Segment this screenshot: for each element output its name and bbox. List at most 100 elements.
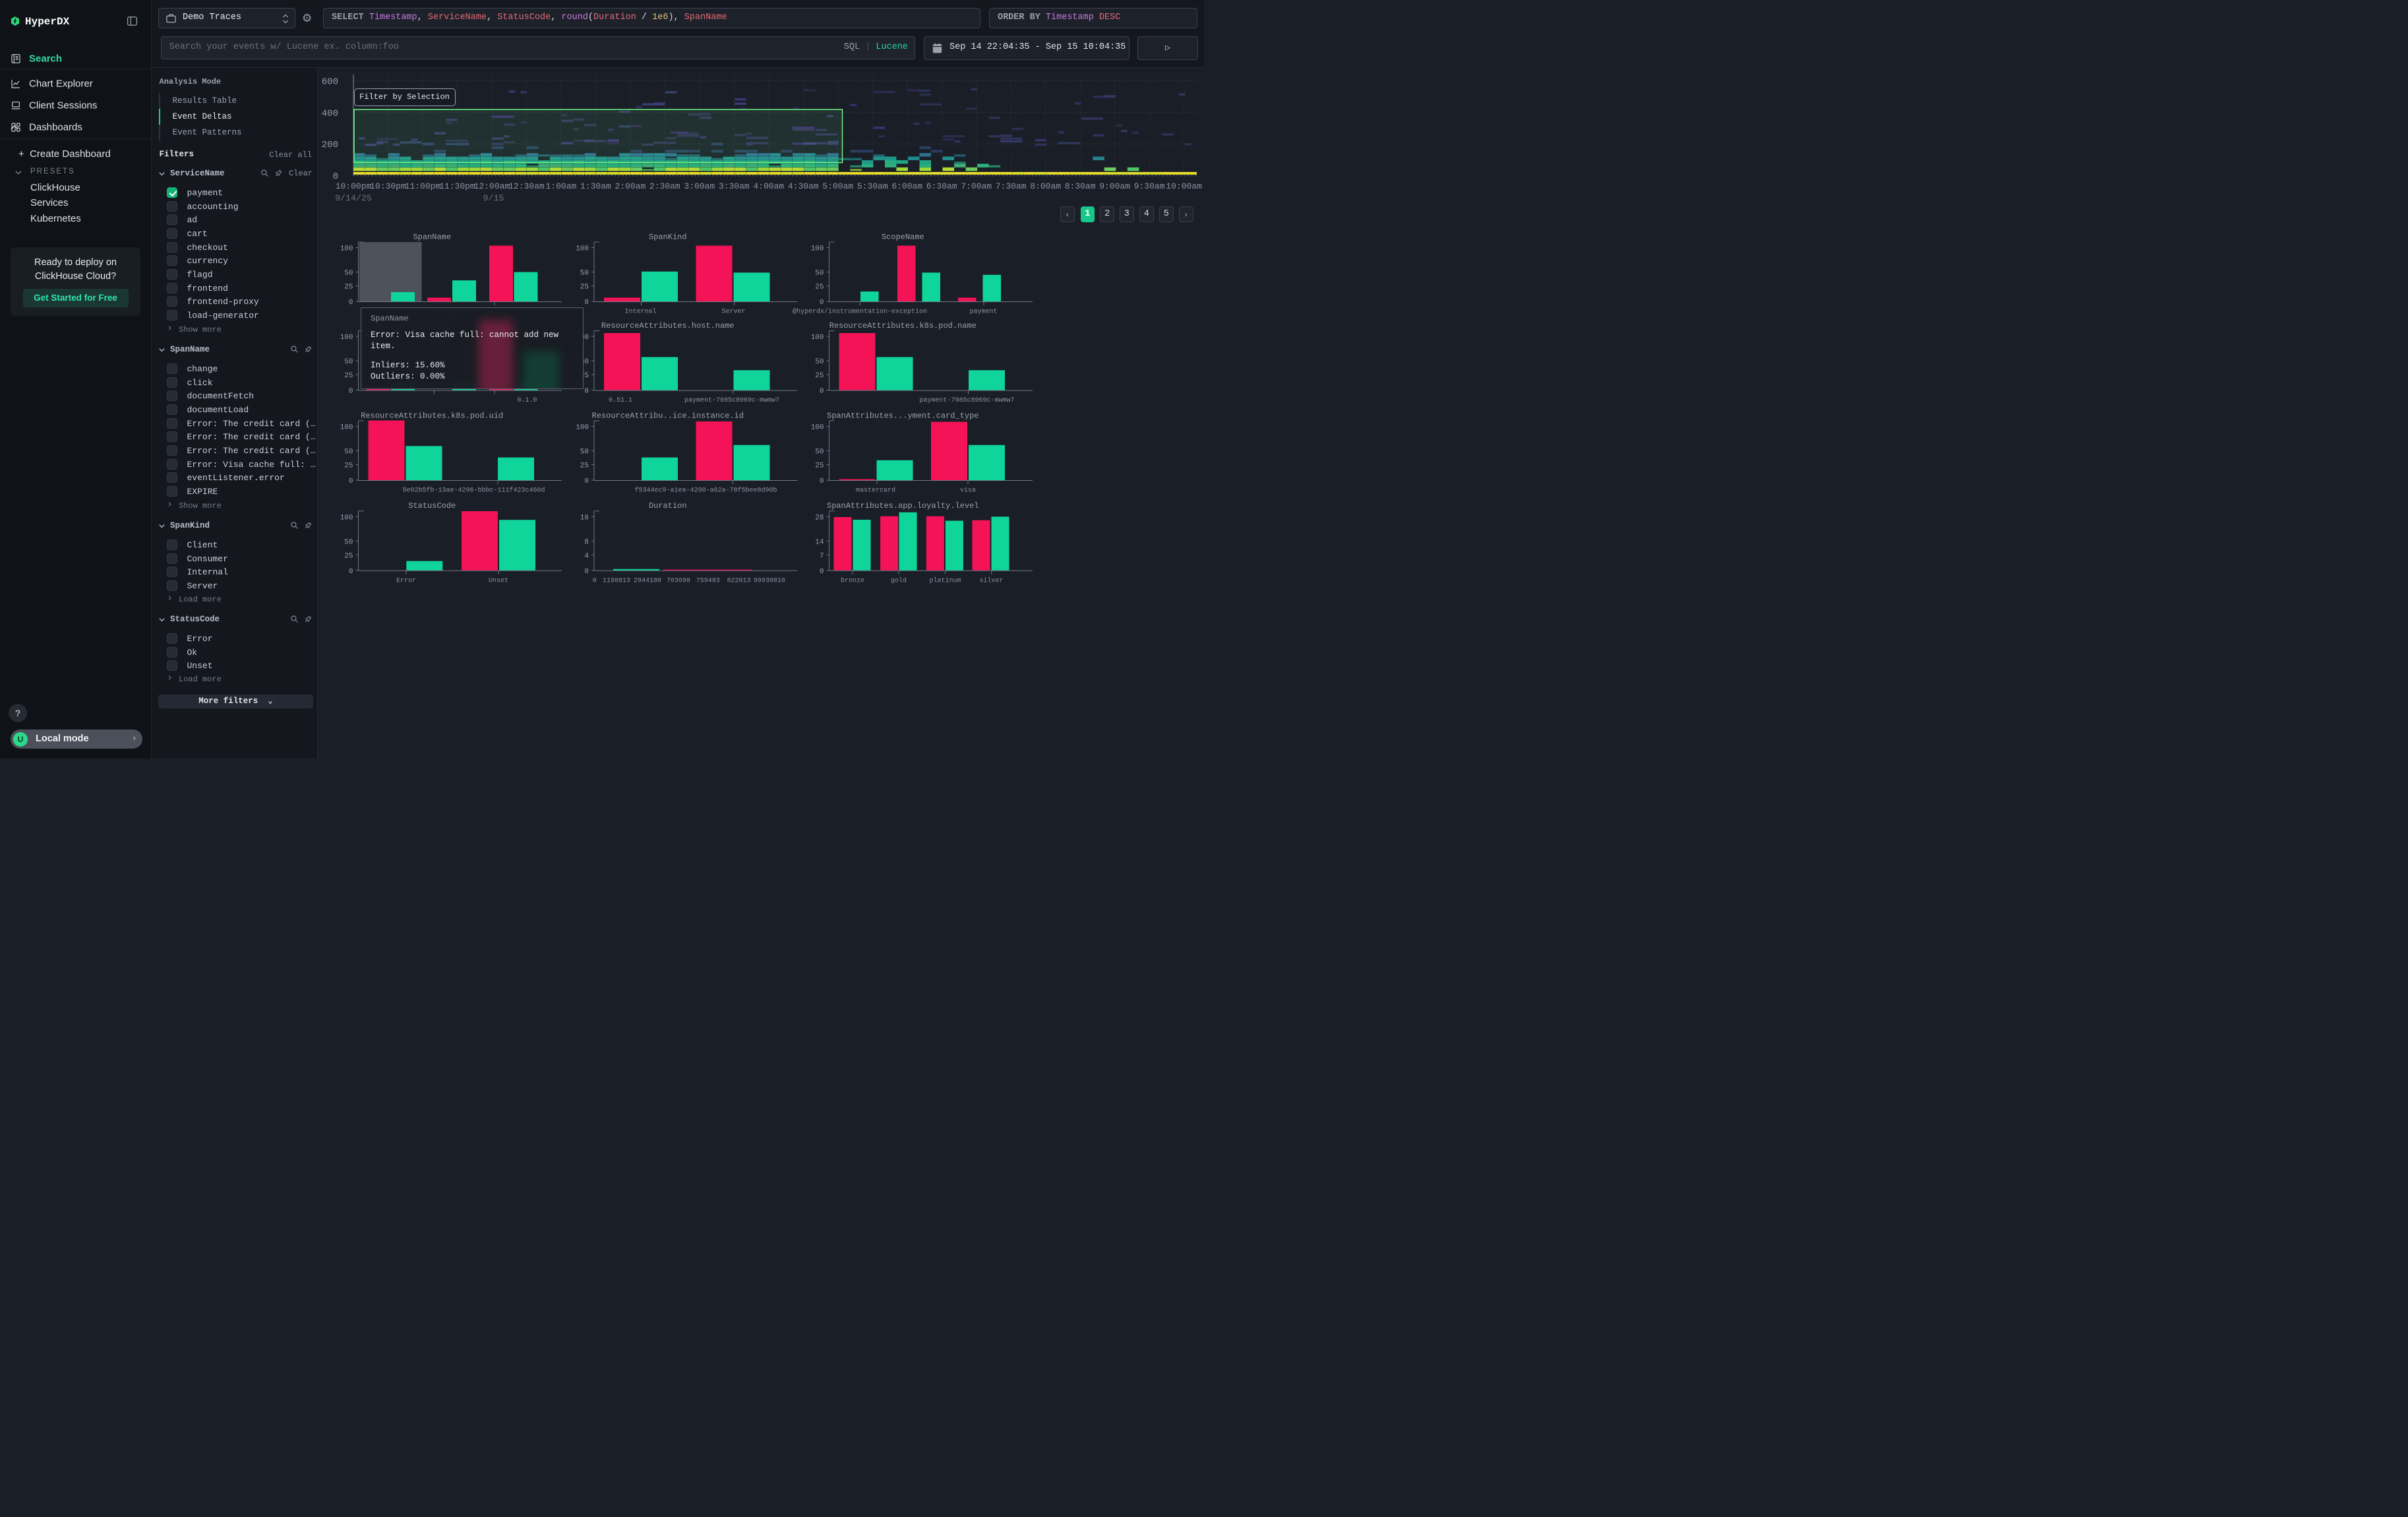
svg-text:8:00am: 8:00am	[1030, 181, 1061, 191]
svg-text:10:30pm: 10:30pm	[370, 181, 406, 191]
svg-text:SpanAttributes.app.loyalty.lev: SpanAttributes.app.loyalty.level	[827, 501, 978, 511]
svg-text:0: 0	[584, 478, 589, 485]
svg-text:visa: visa	[960, 487, 976, 495]
svg-text:Duration: Duration	[649, 501, 687, 511]
svg-text:25: 25	[815, 284, 824, 292]
svg-text:100: 100	[340, 334, 353, 342]
svg-text:200: 200	[322, 140, 338, 150]
svg-text:0: 0	[349, 388, 353, 396]
svg-text:0: 0	[333, 171, 338, 182]
svg-text:100: 100	[340, 424, 353, 432]
svg-text:0: 0	[584, 299, 589, 307]
svg-text:50: 50	[344, 358, 353, 366]
svg-text:3:30am: 3:30am	[719, 181, 750, 191]
svg-text:bronze: bronze	[841, 576, 864, 584]
svg-text:759483: 759483	[696, 577, 720, 584]
svg-text:0.51.1: 0.51.1	[609, 397, 632, 404]
svg-text:11:00pm: 11:00pm	[405, 181, 441, 191]
svg-text:StatusCode: StatusCode	[408, 501, 456, 511]
svg-text:16: 16	[580, 514, 589, 522]
svg-text:5:00am: 5:00am	[822, 181, 853, 191]
svg-text:25: 25	[815, 372, 824, 380]
svg-text:50: 50	[815, 270, 824, 278]
svg-text:25: 25	[815, 462, 824, 470]
svg-text:25: 25	[344, 284, 353, 292]
svg-text:ScopeName: ScopeName	[882, 232, 924, 241]
svg-text:100: 100	[811, 424, 824, 432]
svg-text:50: 50	[580, 270, 589, 278]
svg-text:50: 50	[815, 358, 824, 366]
svg-text:7:00am: 7:00am	[961, 181, 992, 191]
svg-text:703098: 703098	[667, 577, 690, 584]
svg-text:ResourceAttribu..ice.instance.: ResourceAttribu..ice.instance.id	[592, 411, 744, 420]
svg-text:822013: 822013	[727, 577, 750, 584]
svg-text:0: 0	[584, 388, 589, 396]
svg-text:0: 0	[593, 577, 597, 584]
svg-text:8: 8	[584, 538, 589, 546]
svg-text:ResourceAttributes.k8s.pod.uid: ResourceAttributes.k8s.pod.uid	[361, 411, 503, 420]
svg-text:100: 100	[340, 514, 353, 522]
svg-text:4:30am: 4:30am	[788, 181, 819, 191]
svg-text:9/14/25: 9/14/25	[335, 193, 372, 203]
svg-text:0: 0	[349, 299, 353, 307]
svg-text:4: 4	[584, 552, 589, 560]
svg-text:0: 0	[820, 388, 824, 396]
svg-text:0: 0	[820, 478, 824, 485]
svg-text:@hyperdx/instrumentation-excep: @hyperdx/instrumentation-exception	[793, 308, 927, 316]
svg-text:9/15: 9/15	[483, 193, 504, 203]
svg-text:platinum: platinum	[929, 576, 961, 584]
svg-text:50: 50	[344, 270, 353, 278]
svg-text:99930810: 99930810	[754, 577, 785, 584]
svg-text:Server: Server	[721, 309, 745, 316]
svg-text:payment-7985c8969c-mwmw7: payment-7985c8969c-mwmw7	[684, 397, 779, 404]
svg-text:payment: payment	[969, 309, 997, 316]
svg-text:28: 28	[815, 514, 824, 522]
svg-text:Error: Error	[396, 577, 416, 584]
svg-text:1:00am: 1:00am	[545, 181, 576, 191]
svg-text:400: 400	[322, 108, 338, 119]
svg-text:11:30pm: 11:30pm	[439, 181, 475, 191]
svg-text:silver: silver	[979, 576, 1003, 584]
svg-text:2:00am: 2:00am	[615, 181, 646, 191]
svg-text:25: 25	[580, 462, 589, 470]
svg-text:100: 100	[340, 245, 353, 253]
svg-text:100: 100	[811, 334, 824, 342]
svg-text:600: 600	[322, 77, 338, 88]
svg-text:5e02b5fb-13ae-4296-bbbc-111f42: 5e02b5fb-13ae-4296-bbbc-111f423c460d	[402, 487, 545, 495]
svg-text:8:30am: 8:30am	[1065, 181, 1096, 191]
svg-text:0: 0	[349, 478, 353, 485]
svg-text:7: 7	[820, 552, 824, 560]
svg-text:6:00am: 6:00am	[891, 181, 922, 191]
svg-text:7:30am: 7:30am	[996, 181, 1027, 191]
svg-text:0.1.0: 0.1.0	[517, 397, 537, 404]
svg-text:14: 14	[815, 538, 824, 546]
svg-text:2:30am: 2:30am	[649, 181, 680, 191]
svg-text:SpanAttributes...yment.card_ty: SpanAttributes...yment.card_type	[827, 411, 978, 420]
svg-text:f5344ec9-a1ea-4290-a62a-78f5be: f5344ec9-a1ea-4290-a62a-78f5bee8d90b	[634, 487, 777, 495]
svg-text:10:00am: 10:00am	[1166, 181, 1202, 191]
svg-text:Unset: Unset	[489, 577, 508, 584]
svg-text:SpanName: SpanName	[413, 232, 451, 241]
svg-text:25: 25	[344, 372, 353, 380]
svg-text:100: 100	[576, 245, 589, 253]
svg-text:3:00am: 3:00am	[684, 181, 715, 191]
svg-text:1198813: 1198813	[603, 577, 630, 584]
svg-text:gold: gold	[891, 576, 907, 584]
svg-text:ResourceAttributes.k8s.pod.nam: ResourceAttributes.k8s.pod.name	[829, 321, 977, 330]
svg-text:100: 100	[811, 245, 824, 253]
svg-text:50: 50	[344, 538, 353, 546]
svg-text:25: 25	[580, 284, 589, 292]
svg-text:0: 0	[349, 568, 353, 576]
svg-text:10:00pm: 10:00pm	[336, 181, 372, 191]
svg-text:25: 25	[344, 462, 353, 470]
svg-text:12:30am: 12:30am	[508, 181, 545, 191]
svg-text:SpanKind: SpanKind	[649, 232, 687, 241]
svg-text:0: 0	[820, 299, 824, 307]
svg-text:ResourceAttributes.host.name: ResourceAttributes.host.name	[601, 321, 735, 330]
svg-text:9:30am: 9:30am	[1134, 181, 1165, 191]
svg-text:50: 50	[344, 449, 353, 456]
svg-text:0: 0	[820, 568, 824, 576]
svg-text:2944180: 2944180	[634, 577, 661, 584]
svg-text:mastercard: mastercard	[856, 487, 895, 495]
svg-text:0: 0	[584, 568, 589, 576]
